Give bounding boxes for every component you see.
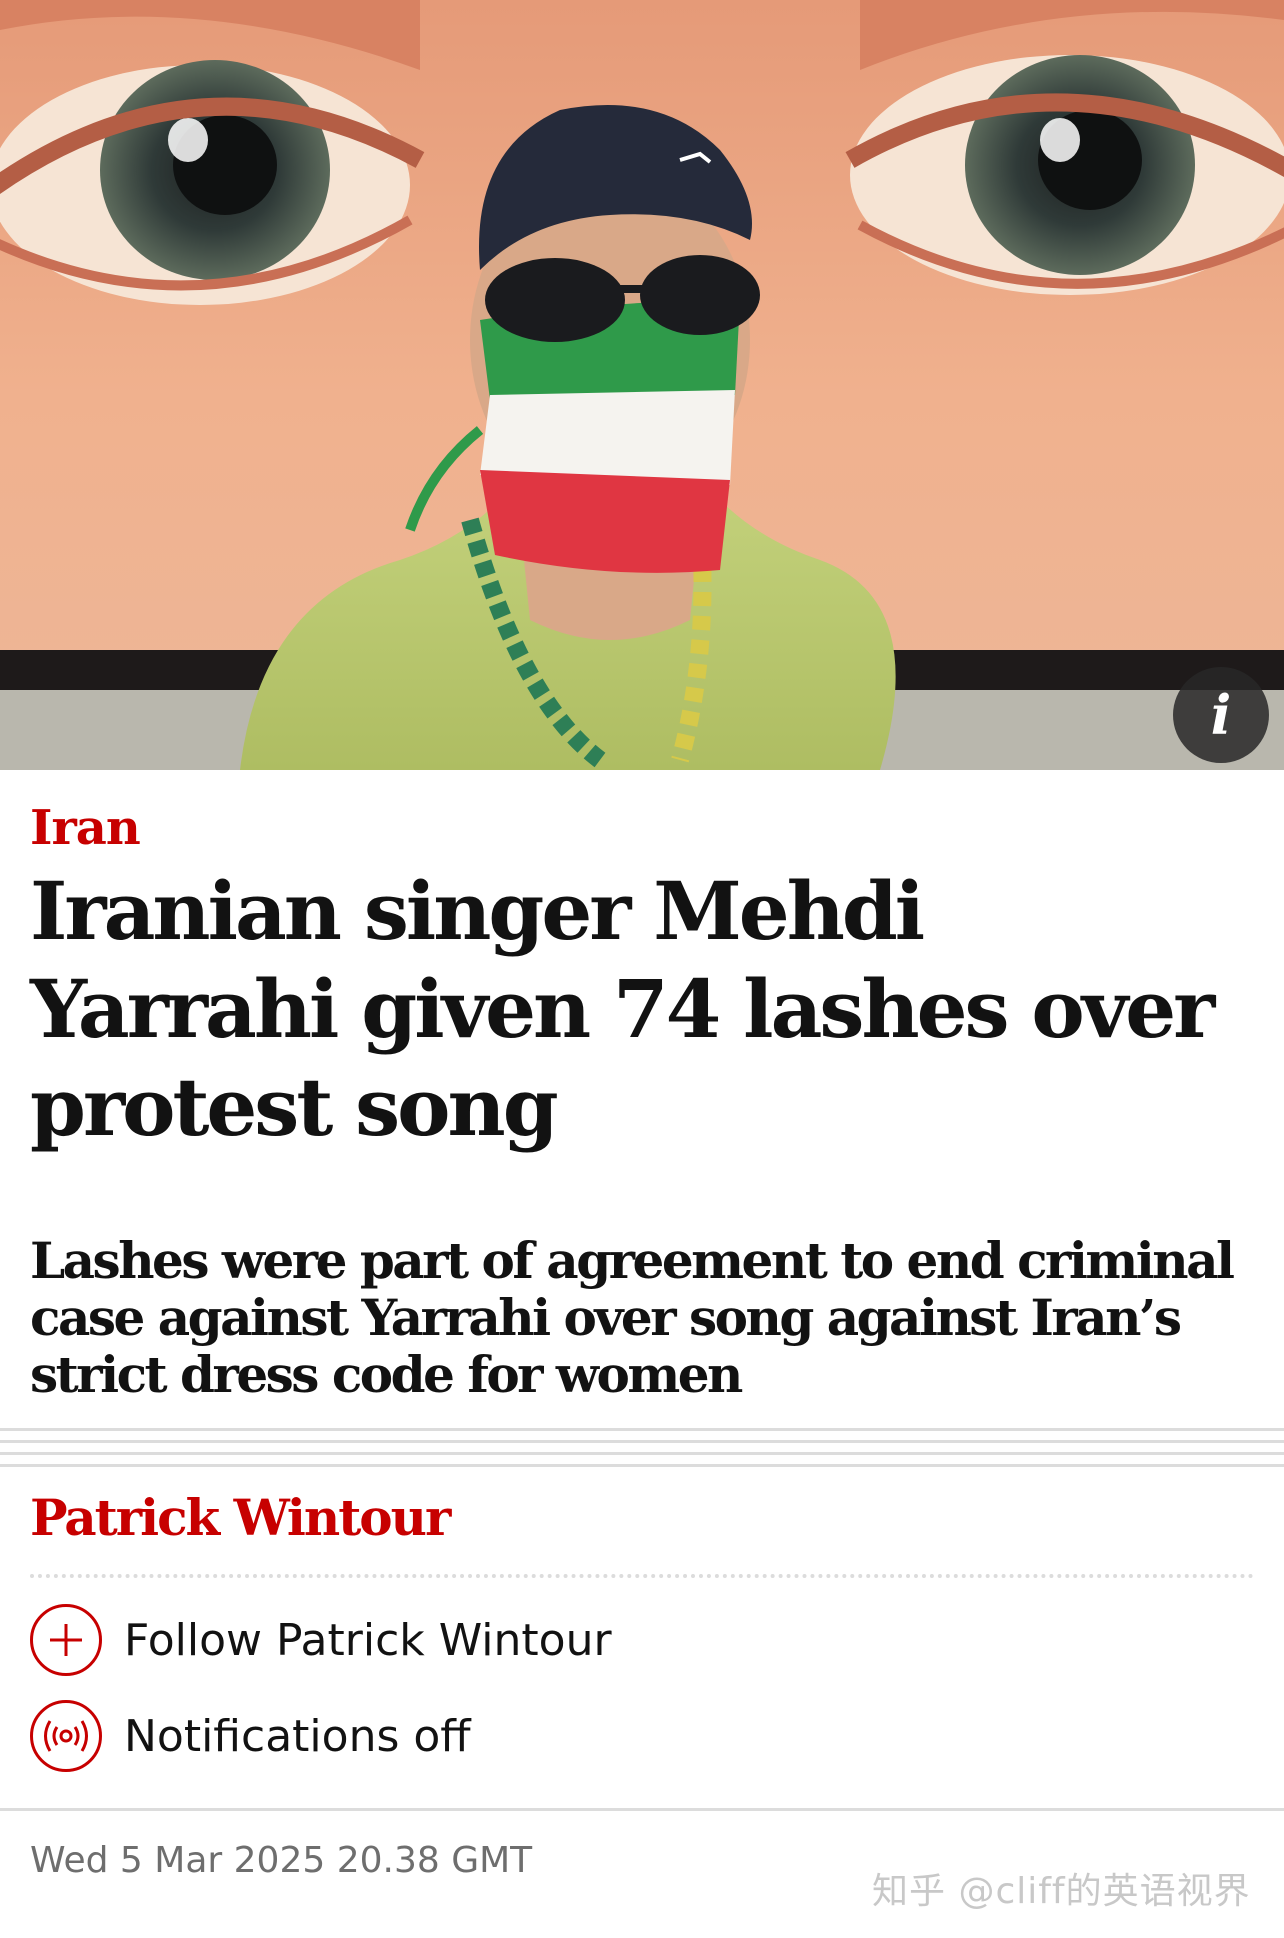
notifications-label: Notifications off (124, 1710, 471, 1762)
hero-photo (0, 0, 1284, 770)
section-divider (0, 1428, 1284, 1467)
section-label[interactable]: Iran (30, 800, 141, 856)
headline: Iranian singer Mehdi Yarrahi given 74 la… (30, 864, 1215, 1154)
dotted-divider (30, 1574, 1254, 1578)
follow-label: Follow Patrick Wintour (124, 1614, 612, 1666)
watermark: 知乎 @cliff的英语视界 (872, 1871, 1251, 1912)
notifications-toggle[interactable]: Notifications off (30, 1700, 471, 1772)
bottom-divider (0, 1808, 1284, 1811)
hero-image: i (0, 0, 1284, 770)
publish-date: Wed 5 Mar 2025 20.38 GMT (30, 1840, 533, 1881)
broadcast-icon (30, 1700, 102, 1772)
author-byline[interactable]: Patrick Wintour (30, 1488, 451, 1547)
follow-author-button[interactable]: Follow Patrick Wintour (30, 1604, 612, 1676)
info-icon[interactable]: i (1173, 667, 1269, 763)
info-glyph: i (1210, 683, 1232, 747)
standfirst: Lashes were part of agreement to end cri… (30, 1231, 1235, 1404)
plus-circle-icon (30, 1604, 102, 1676)
